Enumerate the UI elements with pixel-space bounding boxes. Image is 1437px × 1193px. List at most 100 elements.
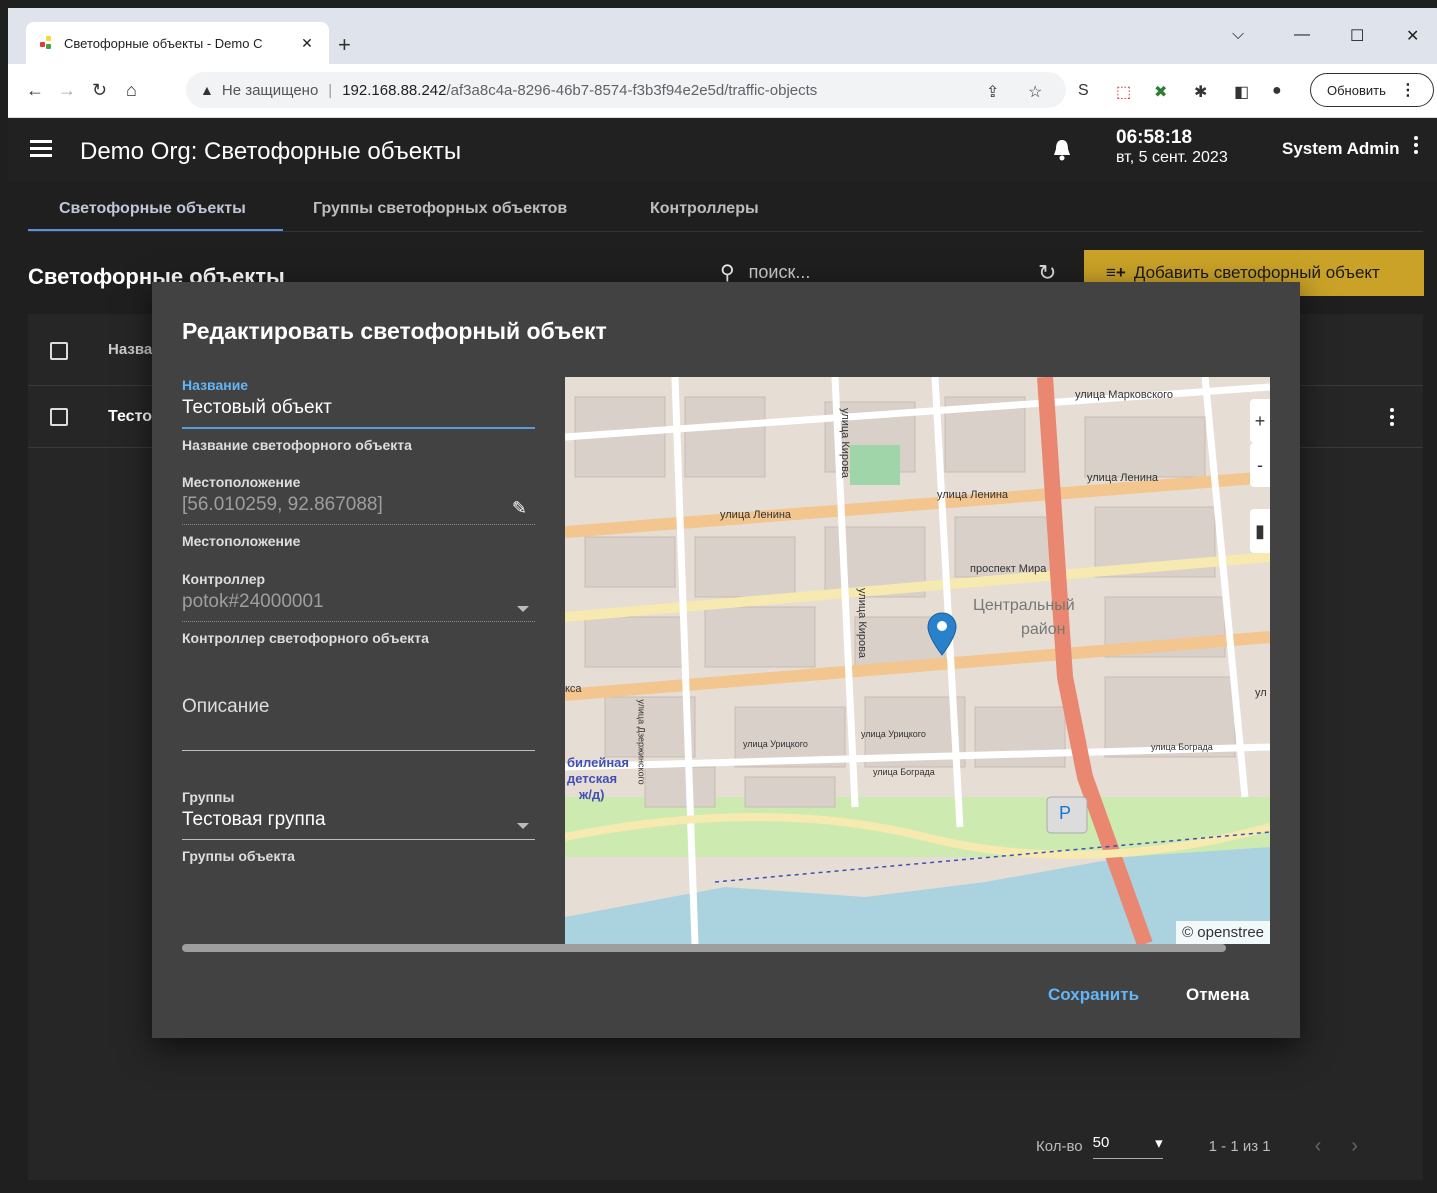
controller-hint: Контроллер светофорного объекта — [182, 630, 429, 646]
page-size-value: 50 — [1092, 1134, 1110, 1151]
location-marker-icon[interactable] — [925, 611, 959, 659]
location-map[interactable]: улица Марковского улица Ленина улица Лен… — [565, 377, 1270, 944]
app-title: Demo Org: Светофорные объекты — [80, 138, 462, 165]
active-tab-indicator — [28, 229, 283, 231]
page-range: 1 - 1 из 1 — [1208, 1138, 1271, 1155]
map-label: район — [1021, 621, 1066, 638]
maximize-button[interactable]: ☐ — [1350, 26, 1364, 46]
profile-avatar-icon[interactable]: ● — [1272, 82, 1282, 100]
map-label: улица Урицкого — [743, 739, 808, 749]
tab-bar: Светофорные объекты Группы светофорных о… — [28, 182, 1423, 232]
map-label: улица Марковского — [1075, 389, 1174, 401]
url-path: /af3a8c4a-8296-46b7-8574-f3b3f94e2e5d/tr… — [446, 81, 818, 99]
name-input[interactable]: Тестовый объект — [182, 397, 535, 427]
notifications-bell-icon[interactable] — [1052, 138, 1072, 162]
map-label: проспект Мира — [970, 563, 1047, 575]
select-all-checkbox[interactable] — [50, 342, 68, 360]
dialog-title: Редактировать светофорный объект — [182, 318, 607, 344]
groups-dropdown-arrow-icon — [517, 823, 529, 829]
user-name[interactable]: System Admin — [1282, 139, 1399, 159]
extension-cross-icon[interactable]: ✖ — [1154, 82, 1167, 102]
window-close-button[interactable]: ✕ — [1406, 26, 1419, 46]
groups-select[interactable]: Тестовая группа — [182, 809, 535, 839]
map-label: улица Ленина — [937, 489, 1009, 501]
app-header: Demo Org: Светофорные объекты 06:58:18 в… — [8, 118, 1437, 182]
app-favicon-icon — [40, 36, 54, 50]
reload-icon[interactable]: ↻ — [92, 80, 107, 101]
location-input: [56.010259, 92.867088] — [182, 494, 383, 515]
clock-date: вт, 5 сент. 2023 — [1116, 149, 1228, 166]
map-zoom-in-button[interactable]: + — [1250, 399, 1270, 443]
add-button-label: Добавить светофорный объект — [1133, 263, 1380, 282]
extension-red-icon[interactable]: ⬚ — [1116, 82, 1131, 102]
parking-icon: P — [1059, 803, 1072, 823]
map-label: билейная — [567, 755, 629, 770]
hamburger-menu-icon[interactable] — [30, 140, 52, 158]
tab-traffic-objects[interactable]: Светофорные объекты — [59, 200, 246, 218]
map-label: улица Кирова — [855, 588, 868, 658]
map-label: улица Кирова — [838, 408, 851, 478]
divider: | — [328, 81, 333, 99]
playlist-add-icon: ≡+ — [1106, 263, 1126, 282]
minimize-button[interactable]: — — [1294, 26, 1310, 44]
column-name-header[interactable]: Назва — [108, 341, 152, 358]
previous-page-icon[interactable]: ‹ — [1315, 1135, 1322, 1158]
tab-traffic-object-groups[interactable]: Группы светофорных объектов — [313, 200, 567, 218]
bookmark-star-icon[interactable]: ☆ — [1028, 82, 1042, 102]
side-panel-icon[interactable]: ◧ — [1234, 82, 1249, 102]
tab-controllers[interactable]: Контроллеры — [650, 200, 759, 218]
map-label: улица Дзержинского — [636, 699, 647, 785]
back-icon[interactable]: ← — [26, 80, 44, 101]
name-hint: Название светофорного объекта — [182, 437, 412, 453]
map-layers-icon[interactable]: ▮ — [1250, 509, 1270, 553]
row-checkbox[interactable] — [50, 408, 68, 426]
chevron-down-icon: ▾ — [1155, 1135, 1163, 1152]
forward-icon[interactable]: → — [58, 80, 76, 101]
row-name: Тесто — [108, 408, 152, 425]
controller-field[interactable]: Контроллер potok#24000001 Контроллер све… — [182, 571, 535, 646]
description-underline — [182, 750, 535, 751]
horizontal-scrollbar[interactable] — [182, 944, 1226, 952]
controller-underline — [182, 621, 535, 622]
update-label: Обновить — [1327, 82, 1386, 98]
description-field[interactable]: Описание — [182, 692, 535, 751]
new-tab-button[interactable]: + — [338, 32, 351, 58]
map-label: детская — [567, 771, 618, 786]
row-menu-icon[interactable] — [1390, 408, 1396, 429]
groups-label: Группы — [182, 789, 235, 805]
map-label: улица Ленина — [720, 509, 792, 521]
browser-tab[interactable]: Светофорные объекты - Demo С ✕ — [26, 22, 329, 64]
paginator: Кол-во 50 ▾ 1 - 1 из 1 ‹ › — [1036, 1134, 1358, 1159]
location-field[interactable]: Местоположение [56.010259, 92.867088] ✎ … — [182, 474, 535, 549]
home-icon[interactable]: ⌂ — [126, 80, 137, 101]
share-icon[interactable]: ⇪ — [986, 82, 999, 102]
location-underline — [182, 524, 535, 525]
browser-toolbar: ← → ↻ ⌂ ▲ Не защищено | 192.168.88.242/a… — [8, 64, 1437, 118]
save-button[interactable]: Сохранить — [1048, 985, 1139, 1005]
map-label: улица Урицкого — [861, 729, 926, 739]
user-menu-icon[interactable] — [1414, 136, 1420, 157]
address-bar[interactable]: ▲ Не защищено | 192.168.88.242/af3a8c4a-… — [186, 72, 1066, 108]
location-hint: Местоположение — [182, 533, 301, 549]
map-zoom-out-button[interactable]: - — [1250, 443, 1270, 487]
extensions-puzzle-icon[interactable]: ✱ — [1194, 82, 1207, 102]
tab-close-icon[interactable]: ✕ — [297, 35, 317, 52]
extension-s-icon[interactable]: S — [1078, 82, 1089, 100]
page-size-select[interactable]: 50 ▾ — [1092, 1134, 1163, 1159]
groups-hint: Группы объекта — [182, 848, 295, 864]
edit-location-pencil-icon[interactable]: ✎ — [512, 498, 527, 519]
location-label: Местоположение — [182, 474, 301, 490]
next-page-icon[interactable]: › — [1351, 1135, 1358, 1158]
controller-select: potok#24000001 — [182, 591, 324, 612]
update-button[interactable]: Обновить ⋮ — [1310, 73, 1434, 107]
browser-menu-icon[interactable]: ⋮ — [1400, 80, 1416, 100]
cancel-button[interactable]: Отмена — [1186, 985, 1249, 1005]
tab-search-icon[interactable]: ⌵ — [1232, 26, 1244, 44]
name-field[interactable]: Название Тестовый объект Название светоф… — [182, 377, 535, 453]
controller-dropdown-arrow-icon — [517, 606, 529, 612]
map-label: ж/д) — [579, 787, 605, 802]
groups-field[interactable]: Группы Тестовая группа Группы объекта — [182, 789, 535, 864]
description-placeholder[interactable]: Описание — [182, 696, 535, 726]
map-attribution[interactable]: © openstree — [1176, 921, 1270, 944]
warning-icon: ▲ — [200, 82, 214, 98]
